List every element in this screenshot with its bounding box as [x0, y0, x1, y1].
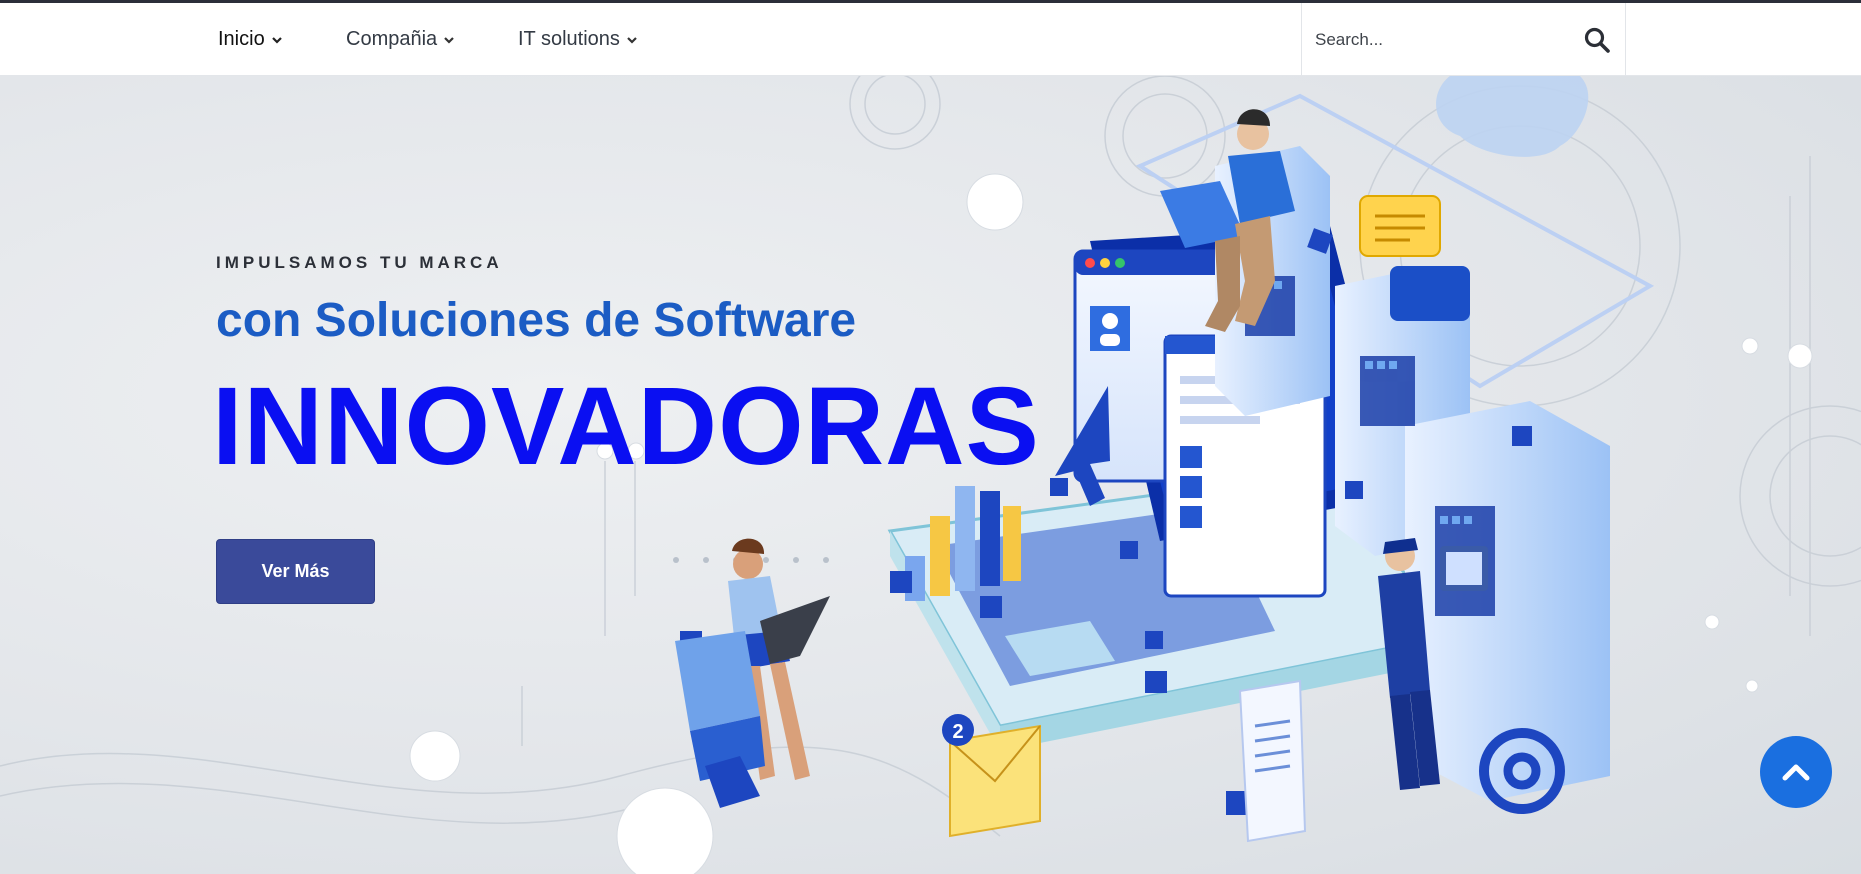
hero-eyebrow: IMPULSAMOS TU MARCA [216, 253, 503, 272]
nav-item-label: Inicio [218, 28, 265, 50]
nav-item-label: Compañia [346, 28, 438, 50]
chevron-down-icon [271, 36, 282, 44]
chevron-up-icon [1782, 764, 1810, 781]
chevron-down-icon [444, 36, 454, 44]
search-icon[interactable] [1583, 26, 1611, 54]
nav-item-it-solutions[interactable]: IT solutions [518, 3, 638, 76]
notification-badge: 2 [952, 721, 963, 743]
scroll-to-top-button[interactable] [1760, 736, 1832, 808]
search-input[interactable] [1302, 3, 1572, 76]
ver-mas-button[interactable]: Ver Más [216, 539, 375, 604]
chevron-down-icon [627, 36, 637, 44]
nav-item-inicio[interactable]: Inicio [218, 3, 283, 76]
nav-item-compania[interactable]: Compañia [346, 3, 455, 76]
hero-title: INNOVADORAS [212, 365, 1040, 488]
hero-subtitle: con Soluciones de Software [216, 294, 857, 347]
hero-section: 2 IMPULSAMOS TU MARCA con Soluciones de … [0, 76, 1861, 874]
nav-item-label: IT solutions [518, 28, 620, 50]
main-navbar: Inicio Compañia IT solutions [0, 3, 1861, 76]
search-box [1301, 3, 1626, 76]
